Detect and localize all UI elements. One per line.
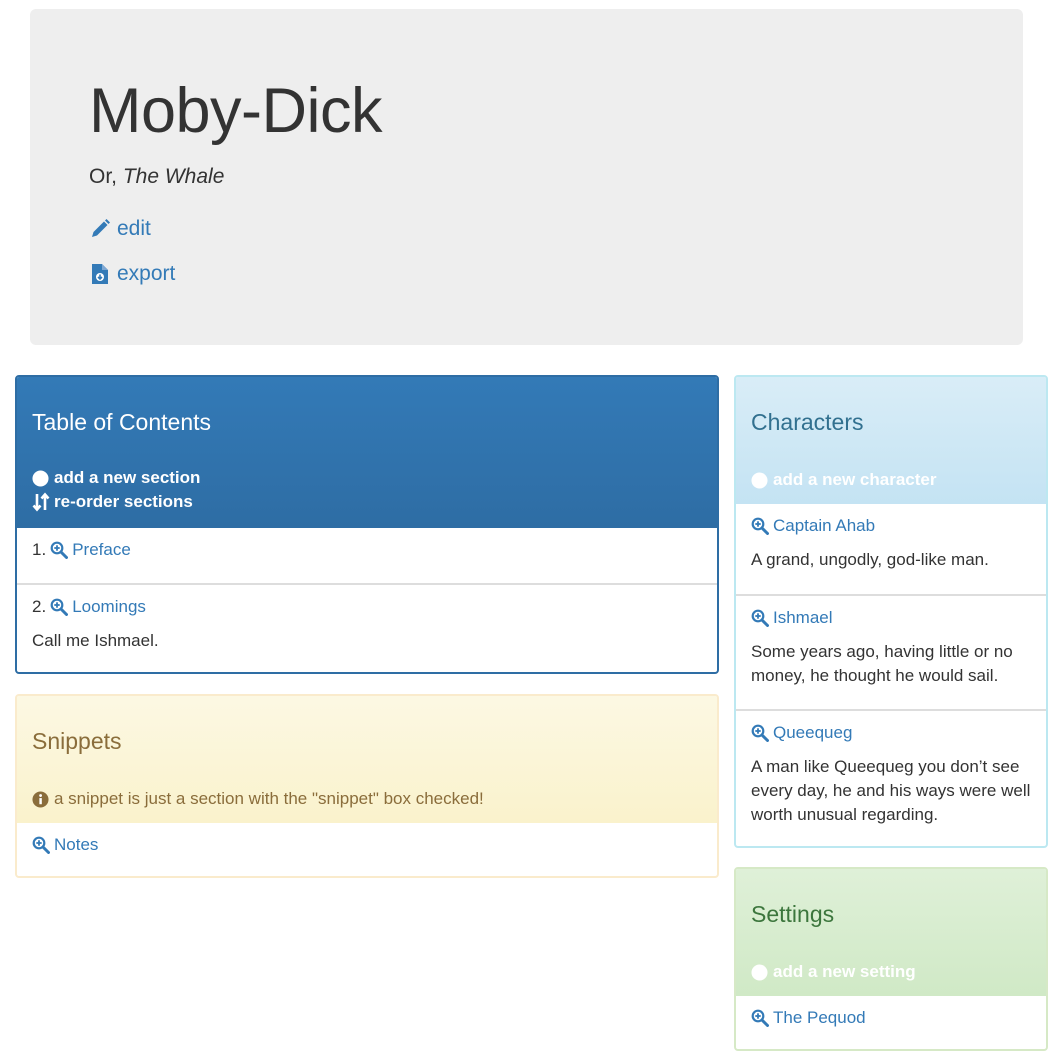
snippets-heading: Snippets a snippet is just a section wit… <box>17 696 717 823</box>
book-title: Moby-Dick <box>89 76 383 146</box>
book-header: Moby-Dick Or, The Whale edit export <box>30 9 1023 345</box>
add-section-link[interactable]: add a new section <box>32 466 200 490</box>
export-label: export <box>117 262 176 285</box>
list-item: Queequeg A man like Queequeg you don’t s… <box>736 709 1046 846</box>
subtitle-prefix: Or, <box>89 165 123 188</box>
section-entry: 1. Preface <box>32 540 131 560</box>
add-setting-link[interactable]: add a new setting <box>751 960 916 984</box>
zoom-in-icon <box>751 517 769 535</box>
section-link[interactable]: Preface <box>50 540 131 560</box>
setting-name: The Pequod <box>773 1008 866 1027</box>
pencil-icon <box>89 218 111 240</box>
character-link[interactable]: Queequeg <box>751 723 852 743</box>
list-item: Captain Ahab A grand, ungodly, god-like … <box>736 504 1046 594</box>
zoom-in-icon <box>50 598 68 616</box>
section-excerpt: Call me Ishmael. <box>32 631 159 650</box>
subtitle-emphasis: The Whale <box>122 165 225 188</box>
settings-title: Settings <box>751 901 835 927</box>
add-setting-label: add a new setting <box>773 962 916 981</box>
section-number: 2. <box>32 597 47 616</box>
settings-list: The Pequod <box>736 996 1046 1049</box>
character-link[interactable]: Captain Ahab <box>751 516 875 536</box>
list-item: The Pequod <box>736 996 1046 1049</box>
toc-title: Table of Contents <box>32 409 212 435</box>
setting-link[interactable]: The Pequod <box>751 1008 866 1028</box>
snippets-list: Notes <box>17 823 717 876</box>
zoom-in-icon <box>32 836 50 854</box>
add-character-link[interactable]: add a new character <box>751 468 936 492</box>
character-link[interactable]: Ishmael <box>751 608 833 628</box>
characters-panel: Characters add a new character Captain A… <box>734 375 1048 848</box>
characters-title: Characters <box>751 409 864 435</box>
toc-panel: Table of Contents add a new section re-o… <box>15 375 719 674</box>
character-name: Captain Ahab <box>773 516 876 535</box>
plus-circle-icon <box>751 964 768 981</box>
edit-link[interactable]: edit <box>89 217 151 241</box>
info-icon <box>32 790 49 808</box>
list-item: Ishmael Some years ago, having little or… <box>736 594 1046 709</box>
snippet-link[interactable]: Notes <box>32 835 98 855</box>
book-subtitle: Or, The Whale <box>89 165 224 189</box>
export-link[interactable]: export <box>89 262 175 286</box>
characters-list: Captain Ahab A grand, ungodly, god-like … <box>736 504 1046 846</box>
export-file-icon <box>89 263 111 285</box>
settings-heading: Settings add a new setting <box>736 869 1046 996</box>
snippet-name: Notes <box>54 835 99 854</box>
edit-label: edit <box>117 217 151 240</box>
reorder-sections-label: re-order sections <box>54 492 193 511</box>
section-entry: 2. Loomings <box>32 597 146 617</box>
zoom-in-icon <box>751 1009 769 1027</box>
character-name: Ishmael <box>773 608 833 627</box>
character-name: Queequeg <box>773 723 853 742</box>
add-character-label: add a new character <box>773 470 937 489</box>
zoom-in-icon <box>751 609 769 627</box>
section-link[interactable]: Loomings <box>50 597 146 617</box>
plus-circle-icon <box>32 470 49 487</box>
list-item: 1. Preface <box>17 528 717 583</box>
add-section-label: add a new section <box>54 468 201 487</box>
zoom-in-icon <box>50 541 68 559</box>
sort-arrows-icon <box>32 492 50 512</box>
section-number: 1. <box>32 540 47 559</box>
character-description: A grand, ungodly, god-like man. <box>751 550 989 569</box>
list-item: Notes <box>17 823 717 876</box>
list-item: 2. Loomings Call me Ishmael. <box>17 583 717 672</box>
settings-panel: Settings add a new setting The Pequod <box>734 867 1048 1051</box>
toc-list: 1. Preface 2. Loomings Call me Ishmael. <box>17 528 717 672</box>
snippets-info: a snippet is just a section with the "sn… <box>32 787 484 811</box>
plus-circle-icon <box>751 472 768 489</box>
snippets-title: Snippets <box>32 728 122 754</box>
zoom-in-icon <box>751 724 769 742</box>
toc-heading: Table of Contents add a new section re-o… <box>17 377 717 528</box>
reorder-sections-link[interactable]: re-order sections <box>32 490 193 514</box>
character-description: Some years ago, having little or no mone… <box>751 642 1013 685</box>
section-name: Preface <box>72 540 131 559</box>
snippets-panel: Snippets a snippet is just a section wit… <box>15 694 719 878</box>
character-description: A man like Queequeg you don’t see every … <box>751 757 1031 824</box>
snippets-info-text: a snippet is just a section with the "sn… <box>54 789 484 808</box>
section-name: Loomings <box>72 597 146 616</box>
characters-heading: Characters add a new character <box>736 377 1046 504</box>
